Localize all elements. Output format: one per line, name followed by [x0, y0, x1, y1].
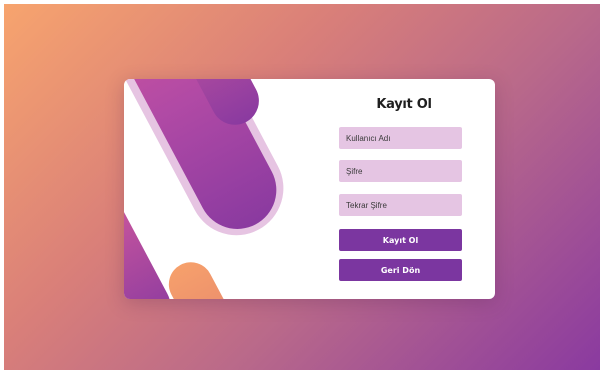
username-input[interactable]: Kullanıcı Adı	[339, 127, 462, 149]
form-title: Kayıt Ol	[376, 97, 432, 112]
password-placeholder: Şifre	[346, 166, 363, 176]
password-input[interactable]: Şifre	[339, 160, 462, 182]
register-card: Kayıt Ol Kullanıcı Adı Şifre Tekrar Şifr…	[124, 79, 495, 299]
decorative-artwork	[124, 79, 339, 299]
repeat-password-input[interactable]: Tekrar Şifre	[339, 194, 462, 216]
back-button[interactable]: Geri Dön	[339, 259, 462, 281]
register-form: Kayıt Ol Kullanıcı Adı Şifre Tekrar Şifr…	[339, 79, 495, 299]
decorative-pill-orange	[161, 254, 247, 299]
username-placeholder: Kullanıcı Adı	[346, 133, 391, 143]
register-button[interactable]: Kayıt Ol	[339, 229, 462, 251]
back-button-label: Geri Dön	[380, 265, 421, 275]
register-button-label: Kayıt Ol	[382, 235, 419, 245]
repeat-password-placeholder: Tekrar Şifre	[346, 200, 387, 210]
screen: Kayıt Ol Kullanıcı Adı Şifre Tekrar Şifr…	[4, 4, 600, 370]
